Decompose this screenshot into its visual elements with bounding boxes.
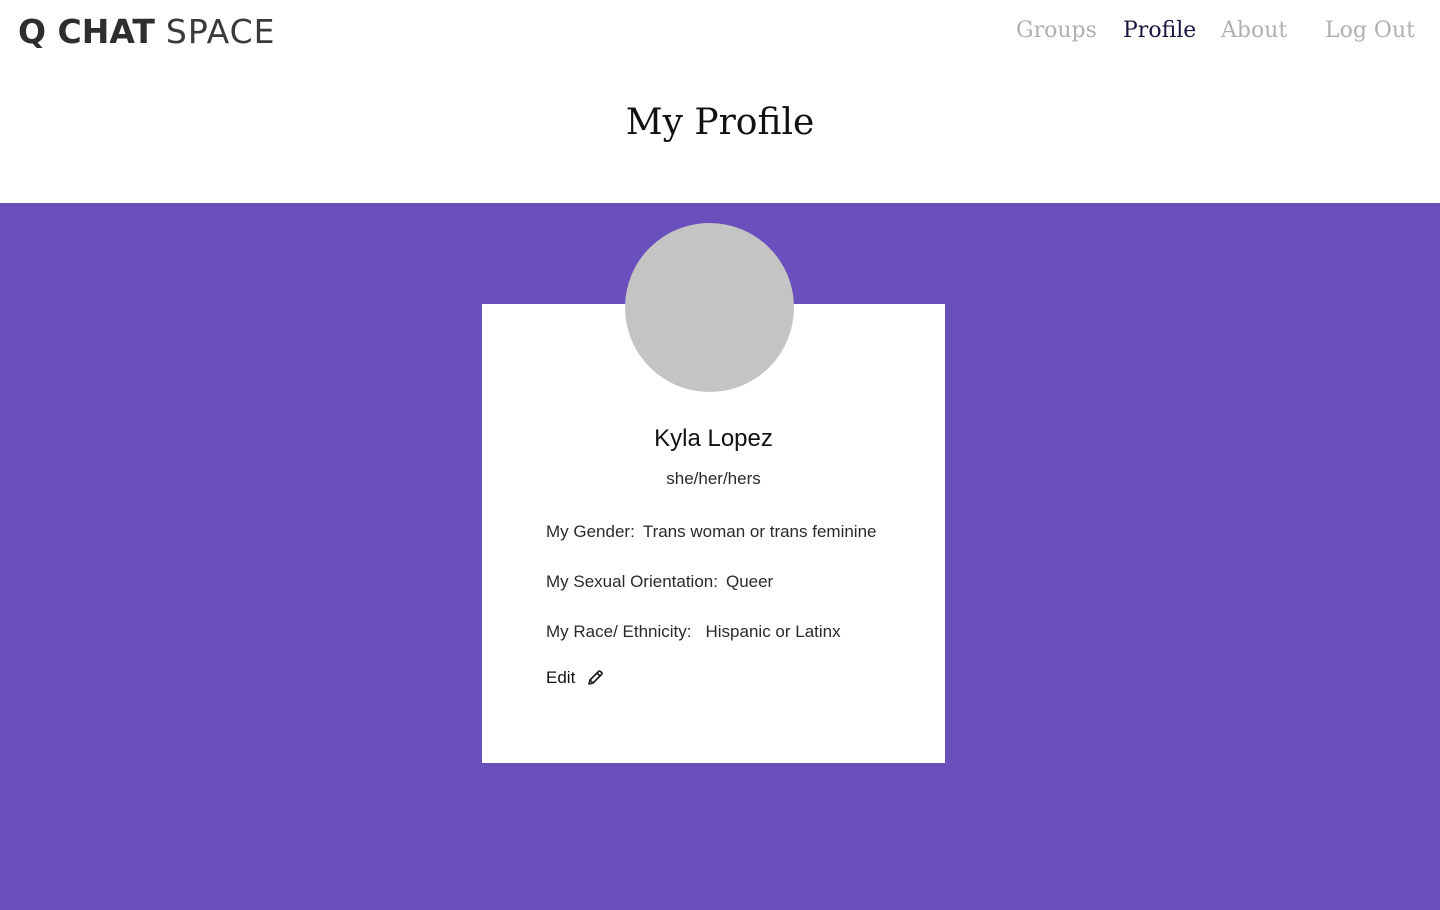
- gender-value: Trans woman or trans feminine: [642, 522, 877, 541]
- gender-label: My Gender:: [546, 522, 635, 541]
- profile-pronouns: she/her/hers: [666, 469, 761, 488]
- edit-label: Edit: [546, 668, 576, 687]
- nav-link-about[interactable]: About: [1221, 14, 1287, 48]
- nav-link-groups[interactable]: Groups: [1016, 14, 1097, 48]
- race-label: My Race/ Ethnicity:: [546, 622, 692, 641]
- edit-profile-button[interactable]: Edit: [546, 664, 605, 692]
- race-value: Hispanic or Latinx: [705, 622, 841, 641]
- avatar: [625, 223, 794, 392]
- nav-link-profile[interactable]: Profile: [1123, 14, 1196, 48]
- orientation-label: My Sexual Orientation:: [546, 572, 718, 591]
- gender-row: My Gender: Trans woman or trans feminine: [546, 519, 877, 545]
- main-nav: Groups Profile About Log Out: [0, 14, 1440, 50]
- orientation-row: My Sexual Orientation: Queer: [546, 569, 773, 595]
- profile-name: Kyla Lopez: [654, 425, 773, 452]
- race-row: My Race/ Ethnicity: Hispanic or Latinx: [546, 619, 841, 645]
- page-title: My Profile: [625, 102, 815, 143]
- top-header: Q CHAT SPACE Groups Profile About Log Ou…: [0, 0, 1440, 64]
- orientation-value: Queer: [725, 572, 774, 591]
- nav-link-logout[interactable]: Log Out: [1325, 14, 1415, 48]
- pencil-icon[interactable]: [585, 668, 605, 688]
